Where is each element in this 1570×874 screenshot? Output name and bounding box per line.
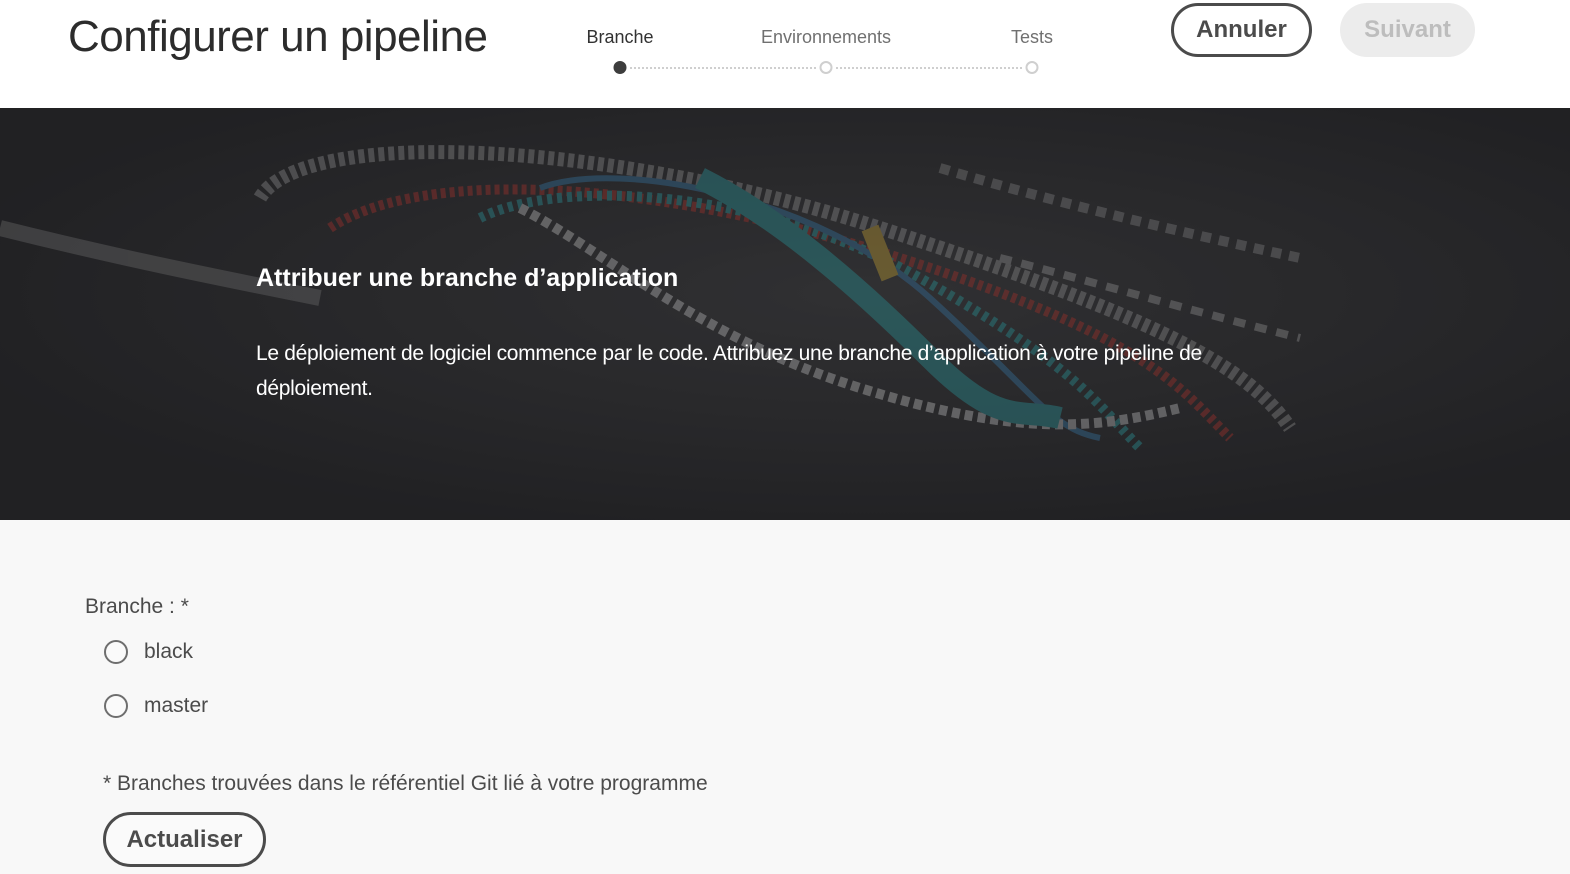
step-tests-label: Tests [1010,27,1054,47]
hero-description: Le déploiement de logiciel commence par … [256,342,1202,400]
hero-banner: Attribuer une branche d’application Le d… [0,108,1570,520]
next-button[interactable]: Suivant [1340,3,1475,57]
branch-hint-text: * Branches trouvées dans le référentiel … [103,772,708,795]
step-environnements-label: Environnements [760,27,892,47]
radio-button[interactable] [104,694,128,718]
step-connector [630,67,816,69]
page-title: Configurer un pipeline [68,12,488,61]
radio-option-label: black [144,640,194,663]
step-branche-label: Branche [586,27,654,47]
page-header: Configurer un pipeline Branche Environne… [0,0,1570,108]
radio-option-master[interactable]: master [104,694,208,718]
radio-button[interactable] [104,640,128,664]
branch-field-label: Branche : * [85,595,189,618]
refresh-button[interactable]: Actualiser [103,812,266,867]
step-connector [836,67,1022,69]
wizard-stepper: Branche Environnements Tests [560,24,1100,84]
step-tests-dot [1025,61,1039,74]
radio-option-label: master [144,694,209,717]
hero-background-art [0,108,1570,520]
cancel-button[interactable]: Annuler [1171,3,1312,57]
radio-option-black[interactable]: black [104,640,193,664]
step-environnements-dot [819,61,833,74]
step-branche-dot [613,61,627,74]
hero-title: Attribuer une branche d’application [256,264,679,292]
